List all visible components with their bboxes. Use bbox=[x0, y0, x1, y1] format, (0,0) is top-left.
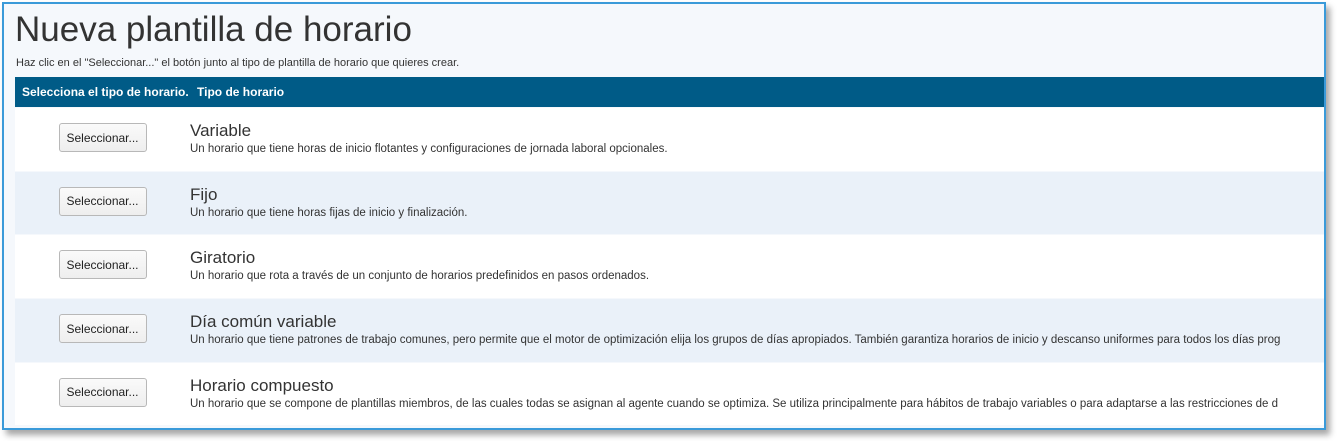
table-row: Seleccionar... Fijo Un horario que tiene… bbox=[15, 170, 1324, 235]
type-cell: Día común variable Un horario que tiene … bbox=[190, 299, 1280, 348]
column-header-type: Tipo de horario bbox=[197, 85, 285, 99]
page-subtitle: Haz clic en el "Seleccionar..." el botón… bbox=[16, 57, 460, 69]
select-button-variable[interactable]: Seleccionar... bbox=[58, 123, 147, 152]
select-button-fixed[interactable]: Seleccionar... bbox=[58, 186, 147, 216]
table-row: Seleccionar... Giratorio Un horario que … bbox=[15, 234, 1324, 299]
type-description: Un horario que tiene horas de inicio flo… bbox=[190, 143, 668, 155]
type-name: Variable bbox=[190, 121, 252, 140]
select-button-rotating[interactable]: Seleccionar... bbox=[58, 250, 147, 280]
type-name: Día común variable bbox=[190, 312, 337, 332]
type-description: Un horario que se compone de plantillas … bbox=[190, 397, 1279, 410]
type-cell: Giratorio Un horario que rota a través d… bbox=[190, 235, 649, 284]
select-button-composite[interactable]: Seleccionar... bbox=[58, 377, 147, 407]
type-cell: Variable Un horario que tiene horas de i… bbox=[190, 108, 668, 157]
type-name: Horario compuesto bbox=[190, 375, 334, 395]
select-cell: Seleccionar... bbox=[15, 299, 190, 344]
table-header: Selecciona el tipo de horario. Tipo de h… bbox=[15, 77, 1324, 107]
select-cell: Seleccionar... bbox=[15, 363, 190, 407]
type-description: Un horario que tiene horas fijas de inic… bbox=[190, 206, 468, 219]
type-name: Fijo bbox=[190, 184, 218, 204]
type-cell: Horario compuesto Un horario que se comp… bbox=[190, 363, 1278, 412]
type-description: Un horario que tiene patrones de trabajo… bbox=[190, 334, 1281, 347]
table-row: Seleccionar... Variable Un horario que t… bbox=[15, 107, 1324, 171]
schedule-type-table: Selecciona el tipo de horario. Tipo de h… bbox=[15, 77, 1324, 426]
select-cell: Seleccionar... bbox=[15, 108, 190, 152]
select-button-variable-common-day[interactable]: Seleccionar... bbox=[58, 314, 147, 344]
type-cell: Fijo Un horario que tiene horas fijas de… bbox=[190, 172, 467, 221]
select-cell: Seleccionar... bbox=[15, 235, 190, 280]
select-cell: Seleccionar... bbox=[15, 172, 190, 216]
page-title: Nueva plantilla de horario bbox=[15, 10, 412, 49]
table-row: Seleccionar... Horario compuesto Un hora… bbox=[15, 361, 1324, 426]
type-name: Giratorio bbox=[190, 248, 256, 268]
table-row: Seleccionar... Día común variable Un hor… bbox=[15, 298, 1324, 362]
type-description: Un horario que rota a través de un conju… bbox=[190, 270, 650, 283]
column-header-select: Selecciona el tipo de horario. bbox=[22, 85, 189, 99]
dialog-frame: Nueva plantilla de horario Haz clic en e… bbox=[2, 2, 1326, 430]
